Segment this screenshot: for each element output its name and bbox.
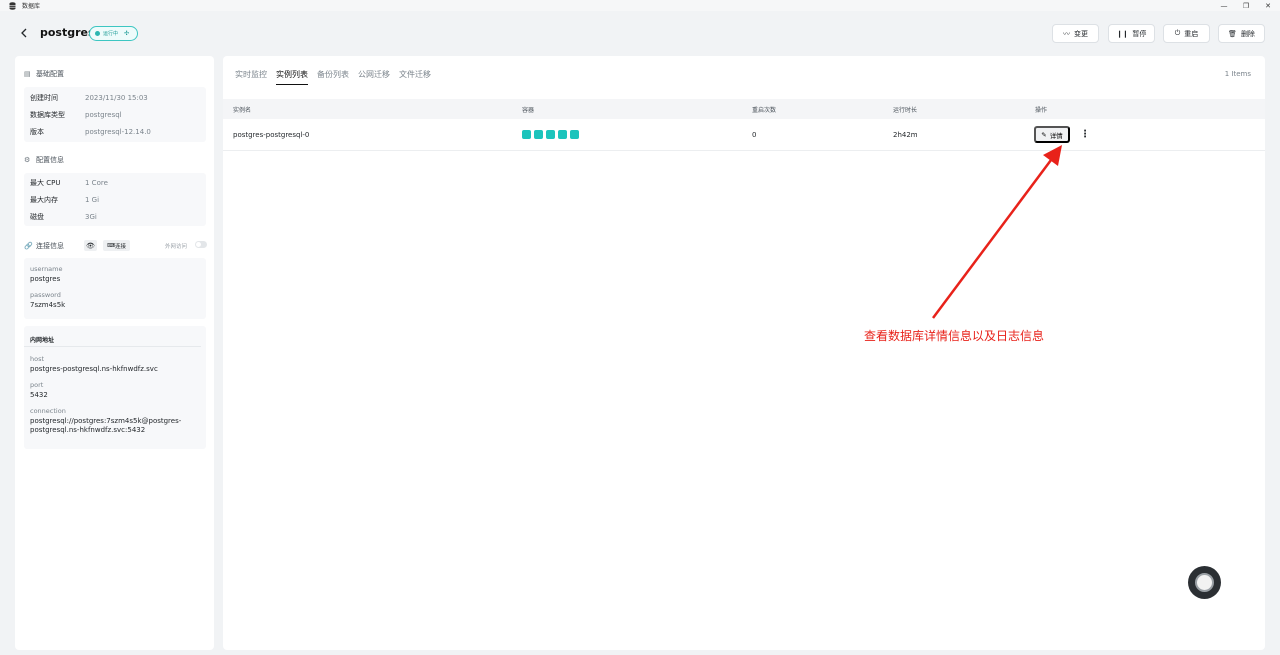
tab-file-migration[interactable]: 文件迁移 — [399, 69, 431, 85]
change-button[interactable]: 〰变更 — [1052, 24, 1099, 43]
config-row: 最大 CPU 1 Core — [30, 178, 108, 187]
pause-button[interactable]: ❙❙ 暂停 — [1108, 24, 1155, 43]
trash-icon: 🗑 — [1228, 30, 1237, 38]
credentials-box: username postgres password 7szm4s5k — [24, 258, 206, 319]
title-bar: 数据库 — ❐ ✕ — [0, 0, 1280, 11]
tab-backups[interactable]: 备份列表 — [317, 69, 349, 85]
more-options-icon[interactable]: ⋮ — [1080, 127, 1090, 141]
tab-monitoring[interactable]: 实时监控 — [235, 69, 267, 85]
document-icon: ▤ — [24, 70, 31, 78]
basic-row: 版本 postgresql-12.14.0 — [30, 127, 151, 136]
page-header: postgres 运行中 ✣ 〰变更 ❙❙ 暂停 ⏻ 重启 🗑 删除 — [0, 11, 1280, 55]
container-indicator[interactable] — [570, 130, 579, 139]
window-title: 数据库 — [22, 3, 41, 10]
basic-config-title: ▤ 基础配置 — [24, 70, 64, 78]
internal-network-title: 内网地址 — [24, 326, 201, 347]
username-label: username — [30, 265, 63, 273]
connection-info-title: 🔗 连接信息 — [24, 242, 64, 250]
back-arrow-icon[interactable] — [18, 27, 30, 39]
edit-icon: ✎ — [1041, 131, 1047, 139]
status-text: 运行中 — [103, 31, 119, 37]
restart-icon: ⏻ — [1174, 29, 1181, 37]
gear-icon: ⚙ — [24, 156, 31, 164]
config-info-title: ⚙ 配置信息 — [24, 156, 64, 164]
detail-sidebar: ▤ 基础配置 创建时间 2023/11/30 15:03 数据库类型 postgres… — [15, 56, 214, 650]
restart-button[interactable]: ⏻ 重启 — [1163, 24, 1210, 43]
col-actions: 操作 — [1035, 106, 1048, 114]
container-indicator[interactable] — [546, 130, 555, 139]
restart-count: 0 — [752, 130, 757, 139]
internal-network-box: 内网地址 host postgres-postgresql.ns-hkfnwdf… — [24, 326, 206, 449]
password-value: 7szm4s5k — [30, 301, 66, 309]
restore-icon[interactable]: ❐ — [1236, 0, 1256, 11]
database-name: postgres — [40, 26, 95, 39]
username-value: postgres — [30, 275, 61, 283]
config-row: 最大内存 1 Gi — [30, 195, 100, 204]
connection-label: connection — [30, 407, 66, 415]
floating-assistant-button[interactable] — [1188, 566, 1221, 599]
col-uptime: 运行时长 — [893, 106, 918, 114]
trend-icon: 〰 — [1063, 30, 1070, 38]
connection-string: postgresql://postgres:7szm4s5k@postgres- — [30, 417, 182, 425]
public-access-label: 外网访问 — [165, 244, 188, 250]
port-value: 5432 — [30, 391, 48, 399]
link-icon: 🔗 — [24, 242, 33, 250]
container-indicator[interactable] — [534, 130, 543, 139]
connect-button[interactable]: ⌨ 连接 — [103, 240, 130, 251]
basic-config-box: 创建时间 2023/11/30 15:03 数据库类型 postgresql 版本 p… — [24, 87, 206, 142]
col-instance-name: 实例名 — [233, 106, 252, 114]
status-badge: 运行中 ✣ — [89, 26, 138, 41]
loading-icon: ✣ — [124, 30, 130, 37]
terminal-icon: ⌨ — [107, 242, 115, 249]
pause-icon: ❙❙ — [1116, 30, 1129, 38]
instance-name: postgres-postgresql-0 — [233, 130, 310, 139]
tab-bar: 实时监控 实例列表 备份列表 公网迁移 文件迁移 — [235, 69, 440, 85]
main-panel: 实时监控 实例列表 备份列表 公网迁移 文件迁移 1 Items 实例名 容器 … — [223, 56, 1265, 650]
status-dot — [95, 31, 100, 36]
uptime: 2h42m — [893, 130, 918, 139]
config-row: 磁盘 3Gi — [30, 212, 97, 221]
basic-row: 创建时间 2023/11/30 15:03 — [30, 93, 148, 102]
port-label: port — [30, 381, 44, 389]
items-count: 1 Items — [1224, 70, 1251, 78]
tab-instances[interactable]: 实例列表 — [276, 69, 308, 85]
host-value: postgres-postgresql.ns-hkfnwdfz.svc — [30, 365, 158, 373]
host-label: host — [30, 355, 45, 363]
table-header: 实例名 容器 重启次数 运行时长 操作 — [223, 99, 1265, 119]
config-info-box: 最大 CPU 1 Core 最大内存 1 Gi 磁盘 3Gi — [24, 173, 206, 226]
tab-public-migration[interactable]: 公网迁移 — [358, 69, 390, 85]
connection-string-cont: postgresql.ns-hkfnwdfz.svc:5432 — [30, 426, 146, 434]
password-label: password — [30, 291, 61, 299]
eye-icon[interactable]: 👁 — [84, 240, 97, 251]
container-status — [522, 119, 579, 150]
col-restarts: 重启次数 — [752, 106, 777, 114]
close-icon[interactable]: ✕ — [1258, 0, 1278, 11]
minimize-icon[interactable]: — — [1214, 0, 1234, 11]
table-row: postgres-postgresql-0 0 2h42m ✎ 详情 ⋮ — [223, 119, 1265, 151]
detail-button[interactable]: ✎ 详情 — [1034, 126, 1070, 143]
container-indicator[interactable] — [522, 130, 531, 139]
delete-button[interactable]: 🗑 删除 — [1218, 24, 1265, 43]
database-icon — [8, 1, 16, 10]
container-indicator[interactable] — [558, 130, 567, 139]
col-containers: 容器 — [522, 106, 535, 114]
annotation-text: 查看数据库详情信息以及日志信息 — [864, 329, 1045, 343]
public-access-toggle[interactable] — [195, 241, 207, 248]
basic-row: 数据库类型 postgresql — [30, 110, 122, 119]
